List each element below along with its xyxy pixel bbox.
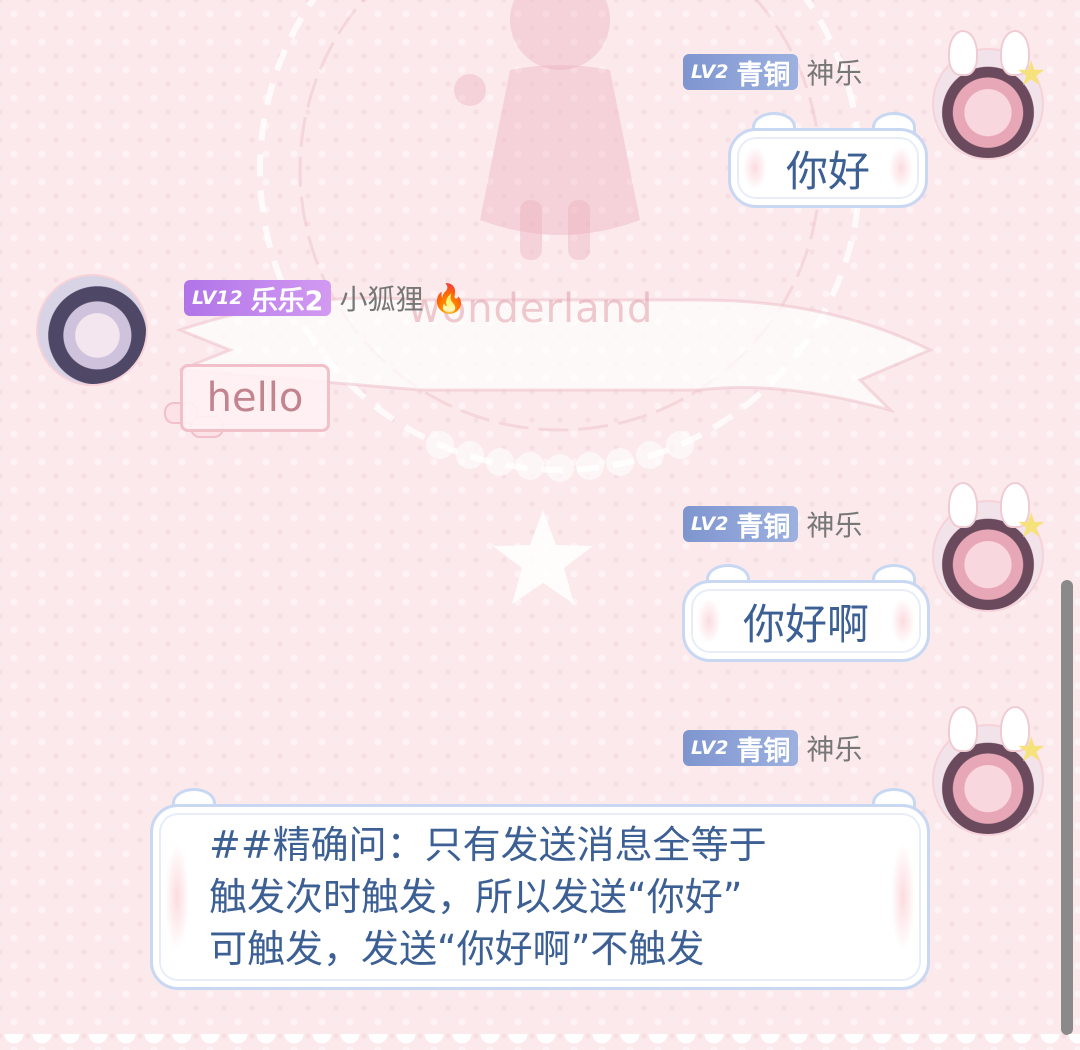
message-bubble[interactable]: 你好啊 bbox=[682, 580, 930, 662]
avatar[interactable] bbox=[36, 274, 148, 386]
message-text: 你好啊 bbox=[742, 599, 869, 649]
sender-name: 神乐 bbox=[806, 509, 863, 542]
star-icon: ★ bbox=[1016, 730, 1047, 770]
level-badge: LV12 乐乐2 bbox=[184, 280, 332, 317]
sender-name: 神乐 bbox=[806, 733, 863, 766]
sender-name: 神乐 bbox=[806, 57, 863, 90]
level-badge: LV2 青铜 bbox=[683, 730, 799, 767]
sender-row: LV2 青铜 神乐 bbox=[683, 504, 862, 544]
bunny-ear-decoration bbox=[948, 482, 978, 528]
bunny-ear-decoration bbox=[948, 706, 978, 752]
star-icon: ★ bbox=[1016, 506, 1047, 546]
message-bubble[interactable]: 你好 bbox=[728, 128, 928, 208]
message-bubble[interactable]: ##精确问：只有发送消息全等于 触发次时触发，所以发送“你好” 可触发，发送“你… bbox=[150, 804, 930, 990]
sender-row: LV12 乐乐2 小狐狸 🔥 bbox=[184, 278, 466, 318]
sender-row: LV2 青铜 神乐 bbox=[683, 728, 862, 768]
message-text: ##精确问：只有发送消息全等于 触发次时触发，所以发送“你好” 可触发，发送“你… bbox=[209, 823, 767, 971]
level-badge: LV2 青铜 bbox=[683, 54, 799, 91]
message-bubble[interactable]: hello bbox=[180, 364, 330, 432]
fire-icon: 🔥 bbox=[431, 281, 467, 315]
level-badge: LV2 青铜 bbox=[683, 506, 799, 543]
star-icon: ★ bbox=[1016, 54, 1047, 94]
message-text: 你好 bbox=[785, 146, 870, 196]
scrollbar[interactable] bbox=[1061, 580, 1073, 1035]
sender-row: LV2 青铜 神乐 bbox=[683, 52, 862, 92]
bottom-lace-decoration bbox=[0, 1034, 1080, 1050]
message-text: hello bbox=[206, 375, 304, 421]
sender-name: 小狐狸 bbox=[339, 283, 424, 316]
bunny-ear-decoration bbox=[948, 30, 978, 76]
